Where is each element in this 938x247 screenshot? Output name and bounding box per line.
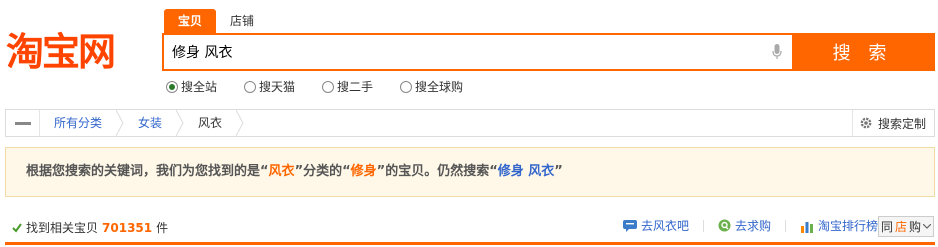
same-store-store: 店 bbox=[894, 220, 907, 234]
notice-attribute: 修身 bbox=[350, 164, 377, 179]
result-count-number: 701351 bbox=[102, 220, 153, 235]
radio-button-icon[interactable] bbox=[166, 80, 178, 93]
scope-label: 搜全球购 bbox=[415, 80, 464, 94]
taobao-search-page: 淘宝网 宝贝 店铺 搜 索 搜全站 搜天猫 搜二手 搜 bbox=[0, 0, 938, 247]
breadcrumb-womens-clothing[interactable]: 女装 bbox=[124, 110, 176, 136]
go-to-bar-label: 去风衣吧 bbox=[640, 219, 689, 233]
search-scope-options: 搜全站 搜天猫 搜二手 搜全球购 bbox=[166, 78, 490, 95]
minus-icon bbox=[14, 121, 31, 125]
divider bbox=[702, 219, 704, 232]
result-count: 找到相关宝贝 701351 件 bbox=[12, 219, 168, 236]
scope-tmall[interactable]: 搜天猫 bbox=[244, 78, 295, 95]
collapse-button[interactable] bbox=[6, 110, 40, 136]
breadcrumb-all-categories[interactable]: 所有分类 bbox=[40, 110, 116, 136]
same-store-prefix: 同 bbox=[880, 220, 893, 234]
notice-text: ” bbox=[554, 164, 563, 179]
divider bbox=[784, 219, 786, 232]
same-store-suffix: 购 bbox=[909, 220, 922, 234]
search-button[interactable]: 搜 索 bbox=[792, 35, 933, 69]
go-request-link[interactable]: 去求购 bbox=[718, 217, 771, 234]
scope-label: 搜全站 bbox=[181, 80, 218, 94]
notice-text: ”分类的“ bbox=[294, 164, 351, 179]
tab-shops[interactable]: 店铺 bbox=[216, 9, 268, 34]
notice-category-link[interactable]: 风衣 bbox=[269, 164, 295, 179]
same-store-dropdown[interactable]: 同店购 bbox=[878, 216, 934, 237]
microphone-icon[interactable] bbox=[762, 35, 792, 69]
radio-button-icon[interactable] bbox=[322, 80, 335, 93]
search-tabs: 宝贝 店铺 bbox=[164, 9, 268, 34]
tab-items[interactable]: 宝贝 bbox=[164, 9, 217, 34]
scope-label: 搜二手 bbox=[337, 80, 374, 94]
result-count-prefix: 找到相关宝贝 bbox=[26, 221, 99, 235]
chevron-right-icon bbox=[176, 110, 184, 136]
go-request-label: 去求购 bbox=[734, 219, 771, 233]
taobao-logo[interactable]: 淘宝网 bbox=[6, 28, 116, 76]
scope-all-site[interactable]: 搜全站 bbox=[166, 78, 217, 95]
search-customize-label: 搜索定制 bbox=[877, 116, 926, 131]
go-to-bar-link[interactable]: 去风衣吧 bbox=[622, 217, 689, 234]
radio-button-icon[interactable] bbox=[400, 80, 413, 93]
notice-text: ”的宝贝。仍然搜索“ bbox=[376, 164, 498, 179]
notice-text: 根据您搜索的关键词，我们为您找到的是“ bbox=[26, 164, 269, 179]
check-icon bbox=[12, 222, 22, 233]
search-notice: 根据您搜索的关键词，我们为您找到的是“风衣”分类的“修身”的宝贝。仍然搜索“修身… bbox=[5, 147, 935, 197]
ranking-label: 淘宝排行榜 bbox=[817, 219, 878, 233]
notice-original-query-link[interactable]: 修身 风衣 bbox=[498, 164, 555, 179]
chevron-right-icon bbox=[116, 110, 124, 136]
ranking-link[interactable]: 淘宝排行榜 bbox=[800, 217, 878, 234]
chevron-right-icon bbox=[236, 110, 244, 136]
radio-button-icon[interactable] bbox=[244, 80, 257, 93]
search-input[interactable] bbox=[164, 35, 762, 69]
scope-label: 搜天猫 bbox=[259, 80, 296, 94]
result-count-suffix: 件 bbox=[156, 221, 169, 235]
quote-icon bbox=[718, 219, 731, 232]
scope-global[interactable]: 搜全球购 bbox=[400, 78, 463, 95]
bar-chart-icon bbox=[800, 221, 813, 233]
scope-second-hand[interactable]: 搜二手 bbox=[322, 78, 373, 95]
related-links: 去风衣吧 去求购 淘宝排行榜 bbox=[622, 217, 878, 234]
breadcrumb: 所有分类 女装 风衣 搜索定制 bbox=[5, 109, 935, 137]
search-customize-button[interactable]: 搜索定制 bbox=[851, 110, 934, 136]
chevron-down-icon bbox=[923, 224, 932, 229]
gear-icon bbox=[860, 117, 872, 129]
search-box: 搜 索 bbox=[162, 33, 935, 71]
results-divider bbox=[5, 242, 935, 245]
chat-bubble-icon bbox=[622, 219, 637, 232]
breadcrumb-trench-coat: 风衣 bbox=[198, 116, 223, 130]
